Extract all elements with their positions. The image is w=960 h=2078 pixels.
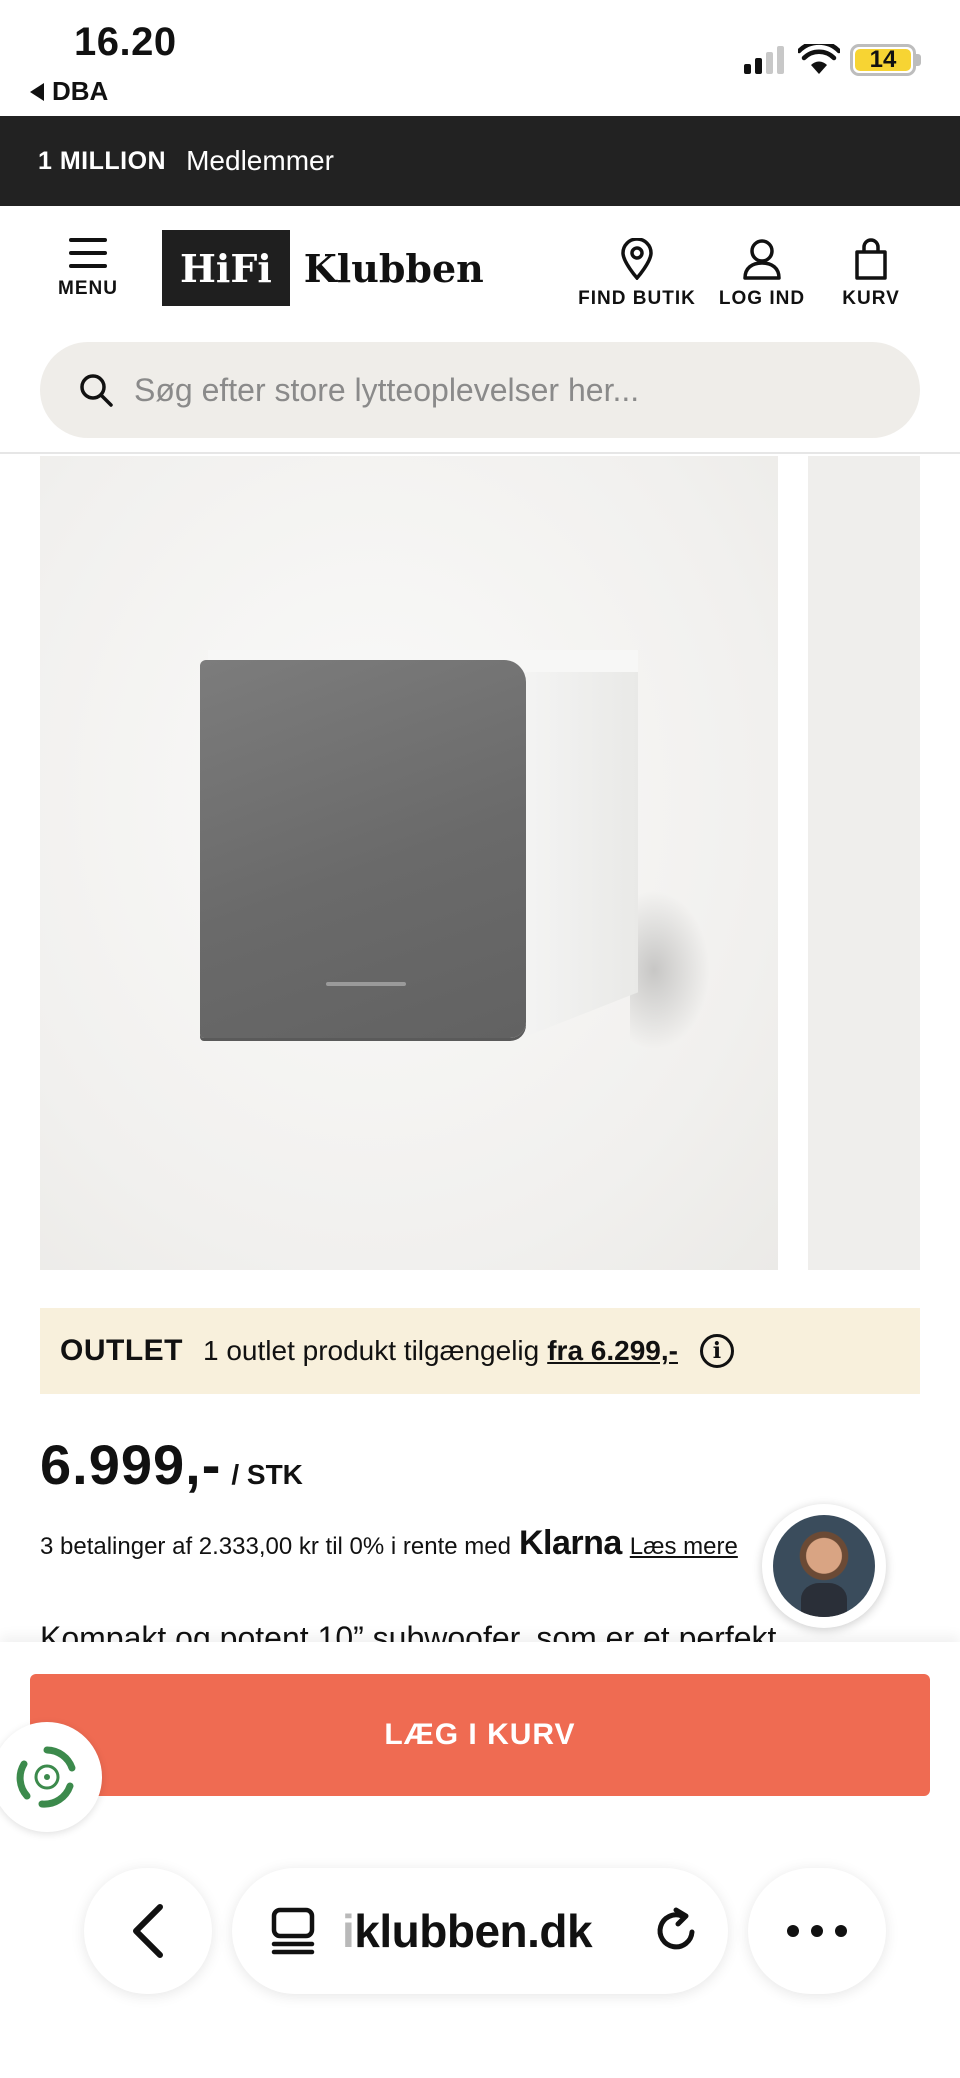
product-price: 6.999,- / STK — [40, 1432, 303, 1497]
battery-level: 14 — [869, 46, 897, 73]
back-to-app-link[interactable]: DBA — [30, 76, 108, 107]
cart-label: KURV — [842, 288, 900, 309]
user-icon — [743, 239, 781, 280]
cellular-signal-icon — [744, 46, 784, 74]
subwoofer-image — [200, 650, 710, 1080]
outlet-price-link[interactable]: fra 6.299,- — [547, 1335, 678, 1367]
search-input[interactable]: Søg efter store lytteoplevelser her... — [40, 342, 920, 438]
klarna-text: 3 betalinger af 2.333,00 kr til 0% i ren… — [40, 1533, 511, 1560]
battery-icon: 14 — [850, 44, 916, 76]
wifi-icon — [798, 44, 840, 74]
recycle-badge[interactable] — [0, 1722, 102, 1832]
price-value: 6.999,- — [40, 1433, 222, 1496]
location-pin-icon — [621, 238, 653, 280]
browser-more-button[interactable] — [748, 1868, 886, 1994]
search-icon — [80, 374, 113, 407]
avatar-photo — [773, 1515, 875, 1617]
recycle-icon — [16, 1746, 76, 1808]
info-icon[interactable]: i — [699, 1334, 734, 1368]
url-text: iklubben.dk — [342, 1905, 593, 1957]
chevron-left-icon — [133, 1904, 163, 1958]
promo-banner[interactable]: 1 MILLION Medlemmer — [0, 116, 960, 206]
brand-mark — [326, 982, 406, 986]
login-label: LOG IND — [718, 288, 806, 309]
find-store-button[interactable]: FIND BUTIK — [572, 238, 702, 310]
logo-box: HiFi — [162, 230, 290, 306]
menu-button[interactable]: MENU — [56, 238, 120, 300]
menu-label: MENU — [58, 278, 118, 299]
back-app-label: DBA — [52, 76, 109, 106]
status-bar: 16.20 DBA 14 — [0, 0, 960, 116]
site-logo[interactable]: HiFi Klubben — [162, 230, 484, 306]
site-header: MENU HiFi Klubben FIND BUTIK LOG IND KUR… — [0, 206, 960, 336]
hamburger-icon — [69, 238, 107, 268]
more-dots-icon — [787, 1925, 847, 1937]
browser-back-button[interactable] — [84, 1868, 212, 1994]
reload-icon[interactable] — [652, 1906, 702, 1956]
product-image[interactable] — [40, 456, 778, 1270]
outlet-banner: OUTLET 1 outlet produkt tilgængelig fra … — [40, 1308, 920, 1394]
sticky-bottom-bar: LÆG I KURV iklubben.dk — [0, 1642, 960, 2078]
next-product-image[interactable] — [808, 456, 920, 1270]
promo-strong: 1 MILLION — [38, 146, 167, 175]
klarna-read-more-link[interactable]: Læs mere — [630, 1533, 738, 1561]
klarna-installments: 3 betalinger af 2.333,00 kr til 0% i ren… — [40, 1524, 738, 1563]
klarna-logo: Klarna — [518, 1524, 622, 1562]
header-divider — [0, 452, 960, 454]
cart-button[interactable]: KURV — [836, 238, 906, 310]
shopping-bag-icon — [855, 238, 887, 280]
outlet-text: 1 outlet produkt tilgængelig — [203, 1335, 540, 1366]
back-triangle-icon — [30, 82, 44, 101]
tabs-icon — [271, 1907, 315, 1955]
search-placeholder: Søg efter store lytteoplevelser her... — [134, 371, 640, 408]
price-unit: / STK — [231, 1459, 303, 1490]
promo-text: Medlemmer — [186, 145, 334, 176]
outlet-tag: OUTLET — [60, 1334, 183, 1367]
browser-address-bar[interactable]: iklubben.dk — [232, 1868, 728, 1994]
login-button[interactable]: LOG IND — [716, 238, 808, 310]
add-to-cart-button[interactable]: LÆG I KURV — [30, 1674, 930, 1796]
find-store-label: FIND BUTIK — [578, 288, 696, 309]
status-time: 16.20 — [74, 20, 177, 64]
logo-text: Klubben — [303, 245, 484, 291]
